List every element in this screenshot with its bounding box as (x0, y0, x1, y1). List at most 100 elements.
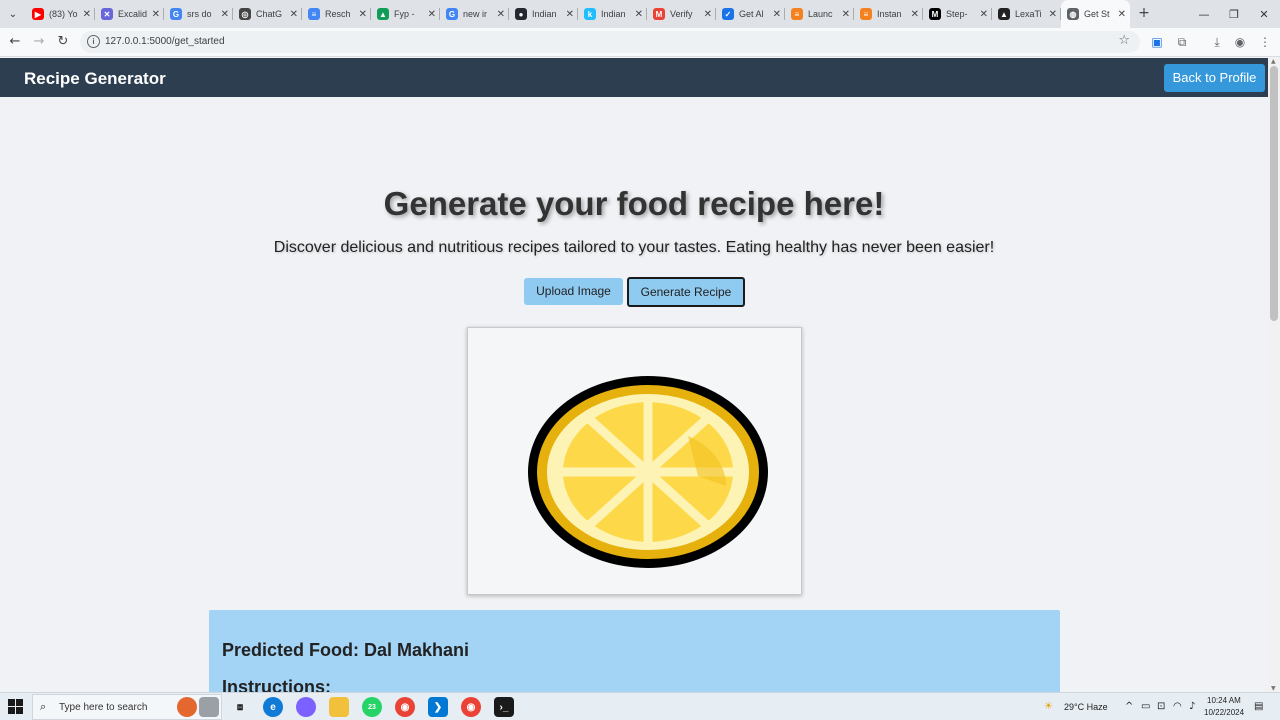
tray-chevron-icon[interactable]: ^ (1125, 701, 1133, 712)
tab-close-icon[interactable]: ✕ (842, 9, 850, 20)
instructions-heading: Instructions: (222, 677, 332, 692)
tab-favicon-icon: ≡ (860, 8, 872, 20)
browser-tab[interactable]: ✕ Excalid ✕ (95, 0, 164, 28)
profile-avatar-icon[interactable]: ◉ (1231, 33, 1249, 51)
browser-tab[interactable]: Gsrs do ✕ (164, 0, 233, 28)
browser-tab[interactable]: ≡ Launc ✕ (785, 0, 854, 28)
task-view-icon[interactable]: ⧈ (230, 697, 250, 717)
tab-close-icon[interactable]: ✕ (359, 9, 367, 20)
file-explorer-icon[interactable] (329, 697, 349, 717)
vscode-icon[interactable]: ❯ (428, 697, 448, 717)
browser-tab[interactable]: ≡ Resch ✕ (302, 0, 371, 28)
scroll-down-icon[interactable]: ▼ (1271, 685, 1276, 692)
browser-tab[interactable]: ✓ Get Al ✕ (716, 0, 785, 28)
weather-icon[interactable]: ☀ (1044, 701, 1053, 712)
tab-close-icon[interactable]: ✕ (497, 9, 505, 20)
browser-tab[interactable]: ● Indian ✕ (509, 0, 578, 28)
back-arrow-icon[interactable]: ← (6, 33, 24, 51)
tab-close-icon[interactable]: ✕ (1049, 9, 1057, 20)
tab-favicon-icon: G (170, 8, 182, 20)
windows-start-icon[interactable] (8, 699, 23, 714)
tab-title: Step- (946, 9, 968, 19)
tab-close-icon[interactable]: ✕ (290, 9, 298, 20)
wifi-icon[interactable]: ◠ (1173, 701, 1182, 712)
tab-list: ▶ (83) Yo ✕ ✕ Excalid ✕ Gsrs do ✕ ◎ ChatG ✕ ≡ Resch ✕… (26, 0, 1130, 28)
terminal-icon[interactable]: ›_ (494, 697, 514, 717)
tab-title: LexaTi (1015, 9, 1042, 19)
tab-close-icon[interactable]: ✕ (566, 9, 574, 20)
site-title: Recipe Generator (24, 69, 166, 88)
tab-close-icon[interactable]: ✕ (773, 9, 781, 20)
bookmark-star-icon[interactable]: ☆ (1118, 33, 1130, 48)
battery-icon[interactable]: ▭ (1141, 701, 1150, 712)
tool-app-icon[interactable] (199, 697, 219, 717)
tab-favicon-icon: ◎ (239, 8, 251, 20)
browser-tab[interactable]: M Step- ✕ (923, 0, 992, 28)
copilot-icon[interactable] (296, 697, 316, 717)
volume-icon[interactable]: ♪ (1189, 701, 1195, 712)
scroll-thumb[interactable] (1270, 66, 1278, 321)
download-icon[interactable]: ⤓ (1208, 33, 1226, 51)
browser-tab[interactable]: k Indian ✕ (578, 0, 647, 28)
address-bar[interactable]: i 127.0.0.1:5000/get_started ☆ (80, 31, 1140, 53)
browser-tab[interactable]: ◎ ChatG ✕ (233, 0, 302, 28)
close-window-icon[interactable]: ✕ (1248, 0, 1280, 28)
forward-arrow-icon[interactable]: → (30, 33, 48, 51)
back-to-profile-button[interactable]: Back to Profile (1164, 64, 1265, 92)
network-icon[interactable]: ⊡ (1157, 701, 1165, 712)
browser-tab[interactable]: ▲ LexaTi ✕ (992, 0, 1061, 28)
clock-time[interactable]: 10:24 AM (1207, 696, 1241, 705)
browser-tab[interactable]: M Verify ✕ (647, 0, 716, 28)
browser-tab[interactable]: ▶ (83) Yo ✕ (26, 0, 95, 28)
clock-date[interactable]: 10/22/2024 (1204, 708, 1244, 717)
tab-close-icon[interactable]: ✕ (911, 9, 919, 20)
weather-text[interactable]: 29°C Haze (1064, 702, 1108, 712)
browser-toolbar: ← → ↻ i 127.0.0.1:5000/get_started ☆ ▣ ⧉… (0, 28, 1280, 57)
browser-tab[interactable]: Gnew ir ✕ (440, 0, 509, 28)
tab-close-icon[interactable]: ✕ (980, 9, 988, 20)
tab-title: Get St (1084, 9, 1110, 19)
search-icon: ⌕ (40, 700, 47, 713)
edge-browser-icon[interactable]: e (263, 697, 283, 717)
scroll-up-icon[interactable]: ▲ (1271, 58, 1276, 65)
os-taskbar: ⌕ Type here to search ⧈ e 23 ◉ ❯ ◉ ›_ ☀ … (0, 692, 1280, 720)
extensions-puzzle-icon[interactable]: ⧉ (1173, 33, 1191, 51)
tab-title: Resch (325, 9, 351, 19)
browser-tab[interactable]: ≡ Instan ✕ (854, 0, 923, 28)
maximize-icon[interactable]: ❐ (1218, 0, 1250, 28)
tab-favicon-icon: ✓ (722, 8, 734, 20)
uploaded-image-preview (467, 327, 802, 595)
tab-close-icon[interactable]: ✕ (152, 9, 160, 20)
minimize-icon[interactable]: — (1188, 0, 1220, 28)
tab-title: Indian (532, 9, 557, 19)
tab-title: (83) Yo (49, 9, 78, 19)
site-header: Recipe Generator Back to Profile (0, 58, 1268, 97)
notification-icon[interactable]: ▤ (1254, 701, 1263, 712)
basketball-app-icon[interactable] (177, 697, 197, 717)
address-url[interactable]: 127.0.0.1:5000/get_started (105, 36, 225, 47)
page-scrollbar[interactable]: ▲ ▼ (1268, 58, 1280, 692)
tab-search-icon[interactable]: ⌄ (5, 6, 21, 22)
chrome-icon[interactable]: ◉ (395, 697, 415, 717)
browser-tab[interactable]: ▲ Fyp - ✕ (371, 0, 440, 28)
tab-favicon-icon: ◍ (1067, 8, 1079, 20)
tab-title: Indian (601, 9, 626, 19)
site-info-icon[interactable]: i (87, 35, 100, 48)
chrome-profile-icon[interactable]: ◉ (461, 697, 481, 717)
menu-kebab-icon[interactable]: ⋮ (1256, 33, 1274, 51)
whatsapp-icon[interactable]: 23 (362, 697, 382, 717)
browser-tab[interactable]: ◍ Get St ✕ (1061, 0, 1130, 28)
tab-close-icon[interactable]: ✕ (635, 9, 643, 20)
result-panel: Predicted Food: Dal Makhani Instructions… (209, 610, 1060, 692)
tab-close-icon[interactable]: ✕ (1118, 9, 1126, 20)
tab-close-icon[interactable]: ✕ (428, 9, 436, 20)
tab-close-icon[interactable]: ✕ (83, 9, 91, 20)
new-tab-icon[interactable]: + (1136, 5, 1152, 21)
generate-recipe-button[interactable]: Generate Recipe (627, 277, 745, 307)
reload-icon[interactable]: ↻ (54, 33, 72, 51)
upload-image-button[interactable]: Upload Image (524, 278, 623, 305)
tab-title: Fyp - (394, 9, 415, 19)
tab-close-icon[interactable]: ✕ (704, 9, 712, 20)
tab-close-icon[interactable]: ✕ (221, 9, 229, 20)
extension-icon[interactable]: ▣ (1148, 33, 1166, 51)
